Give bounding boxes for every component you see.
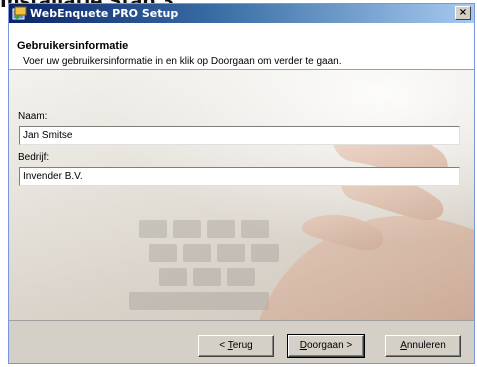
page-description: Voer uw gebruikersinformatie in en klik … xyxy=(23,56,342,67)
name-input[interactable] xyxy=(19,126,460,145)
cancel-button[interactable]: Annuleren xyxy=(385,335,461,357)
window-title: WebEnquete PRO Setup xyxy=(30,7,179,20)
setup-installer-icon xyxy=(12,6,27,20)
back-button-prefix: < xyxy=(219,340,228,351)
next-button[interactable]: Doorgaan > xyxy=(287,334,365,358)
setup-dialog: WebEnquete PRO Setup × Gebruikersinforma… xyxy=(8,3,475,364)
next-button-rest: oorgaan > xyxy=(306,340,353,351)
back-button[interactable]: < Terug xyxy=(198,335,274,357)
next-button-mnemonic: D xyxy=(299,340,307,351)
button-bar: < Terug Doorgaan > Annuleren xyxy=(9,320,474,363)
header-band: Gebruikersinformatie Voer uw gebruikersi… xyxy=(9,23,474,70)
page-title: Gebruikersinformatie xyxy=(17,40,129,52)
close-icon: × xyxy=(458,7,468,18)
background-photo xyxy=(9,70,474,320)
title-bar[interactable]: WebEnquete PRO Setup × xyxy=(9,4,474,23)
name-label: Naam: xyxy=(18,111,48,122)
back-button-rest: erug xyxy=(232,340,253,351)
close-button[interactable]: × xyxy=(455,6,471,20)
company-input[interactable] xyxy=(19,167,460,186)
content-area: Naam: Bedrijf: xyxy=(9,70,474,320)
cancel-button-rest: nnuleren xyxy=(406,340,446,351)
cancel-button-mnemonic: A xyxy=(400,340,407,351)
company-label: Bedrijf: xyxy=(18,152,50,163)
